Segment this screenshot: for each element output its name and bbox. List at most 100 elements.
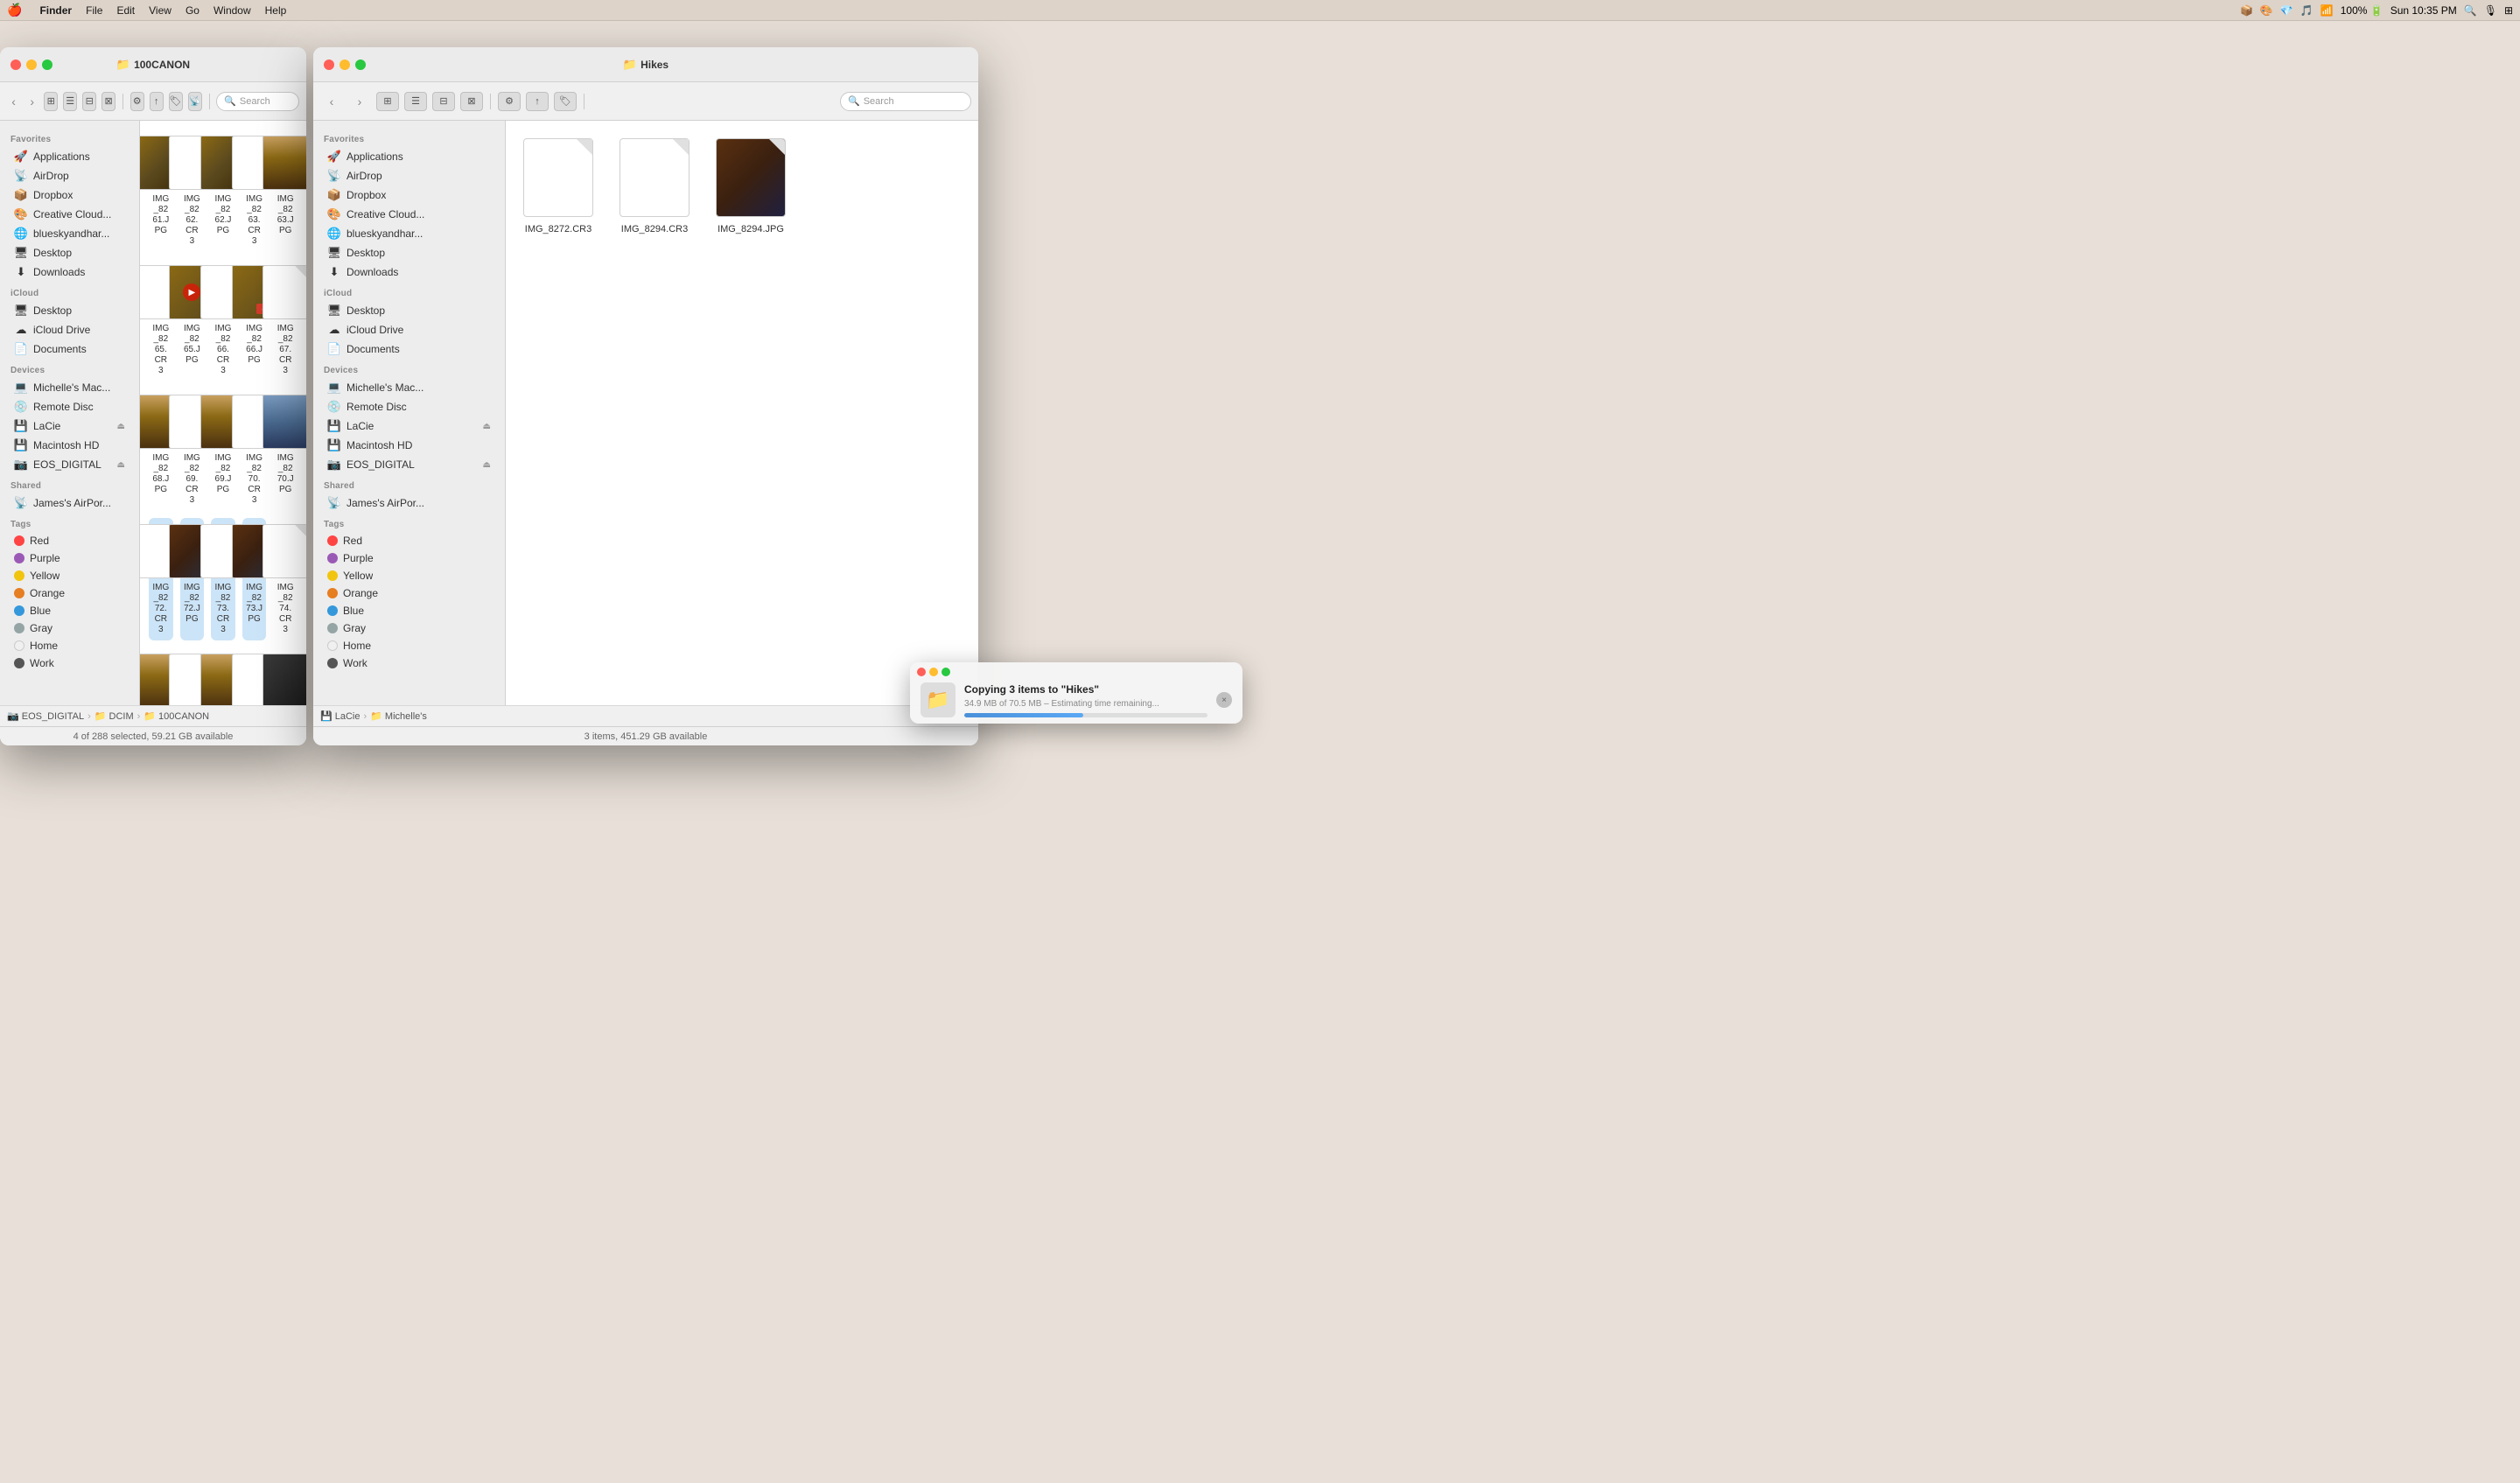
opal-menubar-icon[interactable]: 💎 [2280,4,2293,17]
siri-icon[interactable]: 🎙 [2484,4,2497,17]
sidebar-item-tag-orange[interactable]: Orange [4,584,136,602]
sidebar-item-tag-yellow[interactable]: Yellow [4,567,136,584]
sidebar-item-james-airport[interactable]: 📡 James's AirPor... [4,493,136,513]
left-search-box[interactable]: 🔍 Search [216,92,299,111]
left-column-view-button[interactable]: ⊟ [82,92,96,111]
cc-menubar-icon[interactable]: 🎨 [2260,4,2273,17]
right-sidebar-tag-work[interactable]: Work [317,654,501,672]
left-action-button[interactable]: ⚙ [130,92,144,111]
lacie-eject-button[interactable]: ⏏ [117,422,125,431]
menu-file[interactable]: File [86,4,102,17]
spotlight-icon[interactable]: 🔍 [2464,4,2477,17]
sidebar-item-applications[interactable]: 🚀 Applications [4,147,136,166]
left-fullscreen-button[interactable] [42,59,52,70]
right-fullscreen-button[interactable] [355,59,366,70]
right-sidebar-tag-blue[interactable]: Blue [317,602,501,619]
sidebar-item-downloads[interactable]: ⬇ Downloads [4,262,136,282]
right-sidebar-icloud-docs[interactable]: 📄 Documents [317,339,501,359]
file-item-img8267cr3[interactable]: IMG_8267.CR3 [273,259,298,381]
sidebar-item-desktop[interactable]: 🖥 Desktop [4,243,136,262]
left-close-button[interactable] [10,59,21,70]
sidebar-item-bluesky[interactable]: 🌐 blueskyandhar... [4,224,136,243]
sidebar-item-michelles-mac[interactable]: 💻 Michelle's Mac... [4,378,136,397]
right-file-img8294cr3[interactable]: IMG_8294.CR3 [620,138,690,688]
control-center-icon[interactable]: ⊞ [2504,4,2513,17]
left-label-button[interactable]: 🏷 [169,92,183,111]
right-path-lacie[interactable]: 💾 LaCie [320,710,360,722]
progress-close-light[interactable] [917,668,926,676]
right-sidebar-icloud-desktop[interactable]: 🖥 Desktop [317,301,501,320]
right-sidebar-tag-home[interactable]: Home [317,637,501,654]
file-item-img8270jpg[interactable]: IMG_8270.JPG [273,388,298,511]
right-sidebar-james-airport[interactable]: 📡 James's AirPor... [317,493,501,513]
right-search-box[interactable]: 🔍 Search [840,92,971,111]
file-item-img8263jpg[interactable]: IMG_8263.JPG [273,129,298,252]
right-gallery-view-button[interactable]: ⊠ [460,92,483,111]
right-eos-eject-button[interactable]: ⏏ [483,460,491,470]
right-sidebar-icloud-drive[interactable]: ☁ iCloud Drive [317,320,501,339]
sidebar-item-airdrop[interactable]: 📡 AirDrop [4,166,136,185]
menu-edit[interactable]: Edit [116,4,135,17]
right-icon-view-button[interactable]: ⊞ [376,92,399,111]
right-file-img8294jpg[interactable]: IMG_8294.JPG [716,138,786,688]
file-item-img8274cr3[interactable]: IMG_8274.CR3 [273,518,298,640]
sidebar-item-icloud-documents[interactable]: 📄 Documents [4,339,136,359]
progress-close-button[interactable]: × [1216,692,1232,708]
right-sidebar-downloads[interactable]: ⬇ Downloads [317,262,501,282]
right-sidebar-desktop[interactable]: 🖥 Desktop [317,243,501,262]
right-sidebar-eos-digital[interactable]: 📷 EOS_DIGITAL ⏏ [317,455,501,474]
right-list-view-button[interactable]: ☰ [404,92,427,111]
sidebar-item-remote-disc[interactable]: 💿 Remote Disc [4,397,136,416]
right-path-michelles[interactable]: 📁 Michelle's [370,710,427,722]
path-eos-digital[interactable]: 📷 EOS_DIGITAL [7,710,84,722]
right-lacie-eject-button[interactable]: ⏏ [483,422,491,431]
right-sidebar-macintosh-hd[interactable]: 💾 Macintosh HD [317,436,501,455]
sidebar-item-tag-red[interactable]: Red [4,532,136,549]
right-sidebar-tag-yellow[interactable]: Yellow [317,567,501,584]
right-forward-button[interactable]: › [348,92,371,111]
left-forward-button[interactable]: › [25,92,38,111]
right-column-view-button[interactable]: ⊟ [432,92,455,111]
sidebar-item-tag-work[interactable]: Work [4,654,136,672]
sidebar-item-tag-home[interactable]: Home [4,637,136,654]
left-gallery-view-button[interactable]: ⊠ [102,92,116,111]
right-sidebar-remote-disc[interactable]: 💿 Remote Disc [317,397,501,416]
right-file-img8272cr3[interactable]: IMG_8272.CR3 [523,138,593,688]
bt-menubar-icon[interactable]: 🎵 [2300,4,2314,17]
left-airdrop-button[interactable]: 📡 [188,92,202,111]
left-share-button[interactable]: ↑ [150,92,164,111]
right-share-button[interactable]: ↑ [526,92,549,111]
sidebar-item-creative-cloud[interactable]: 🎨 Creative Cloud... [4,205,136,224]
sidebar-item-lacie[interactable]: 💾 LaCie ⏏ [4,416,136,436]
path-100canon[interactable]: 📁 100CANON [144,710,209,722]
sidebar-item-eos-digital[interactable]: 📷 EOS_DIGITAL ⏏ [4,455,136,474]
sidebar-item-icloud-drive[interactable]: ☁ iCloud Drive [4,320,136,339]
apple-menu[interactable]: 🍎 [7,3,22,17]
right-sidebar-tag-orange[interactable]: Orange [317,584,501,602]
right-sidebar-lacie[interactable]: 💾 LaCie ⏏ [317,416,501,436]
sidebar-item-tag-blue[interactable]: Blue [4,602,136,619]
right-minimize-button[interactable] [340,59,350,70]
file-item-img8277jpg[interactable]: IMG_8277.JPG [273,647,298,705]
right-sidebar-tag-gray[interactable]: Gray [317,619,501,637]
right-label-button[interactable]: 🏷 [554,92,577,111]
right-sidebar-tag-purple[interactable]: Purple [317,549,501,567]
right-action-button[interactable]: ⚙ [498,92,521,111]
sidebar-item-tag-gray[interactable]: Gray [4,619,136,637]
menu-finder[interactable]: Finder [39,4,72,17]
right-sidebar-airdrop[interactable]: 📡 AirDrop [317,166,501,185]
left-minimize-button[interactable] [26,59,37,70]
wifi-menubar-icon[interactable]: 📶 [2320,4,2334,17]
sidebar-item-tag-purple[interactable]: Purple [4,549,136,567]
menu-go[interactable]: Go [186,4,200,17]
right-sidebar-dropbox[interactable]: 📦 Dropbox [317,185,501,205]
menu-window[interactable]: Window [214,4,251,17]
left-icon-view-button[interactable]: ⊞ [44,92,58,111]
sidebar-item-dropbox[interactable]: 📦 Dropbox [4,185,136,205]
dropbox-menubar-icon[interactable]: 📦 [2240,4,2253,17]
right-sidebar-bluesky[interactable]: 🌐 blueskyandhar... [317,224,501,243]
right-sidebar-michelles-mac[interactable]: 💻 Michelle's Mac... [317,378,501,397]
sidebar-item-icloud-desktop[interactable]: 🖥 Desktop [4,301,136,320]
progress-expand-light[interactable] [942,668,950,676]
left-list-view-button[interactable]: ☰ [63,92,77,111]
